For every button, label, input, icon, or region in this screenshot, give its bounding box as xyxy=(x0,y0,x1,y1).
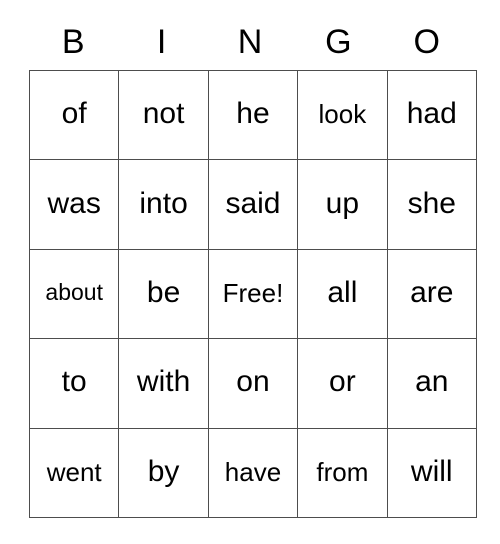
bingo-cell[interactable]: with xyxy=(118,338,209,429)
bingo-cell[interactable]: on xyxy=(207,338,299,429)
bingo-cell[interactable]: went xyxy=(28,427,120,518)
bingo-cell-free[interactable]: Free! xyxy=(207,248,299,340)
bingo-cell-label: went xyxy=(46,456,102,487)
bingo-cell-label: up xyxy=(325,186,360,220)
bingo-cell-label: be xyxy=(146,275,181,309)
bingo-cell[interactable]: from xyxy=(297,427,388,518)
bingo-cell[interactable]: will xyxy=(386,427,477,518)
bingo-cell-label: she xyxy=(407,186,456,220)
bingo-cell[interactable]: have xyxy=(207,427,299,518)
bingo-cell-label: have xyxy=(224,456,282,487)
bingo-cell-label: not xyxy=(142,97,185,131)
bingo-cell-label: or xyxy=(329,365,356,399)
bingo-row: of not he look had xyxy=(28,69,477,161)
bingo-cell-label: had xyxy=(406,97,457,131)
bingo-cell[interactable]: about xyxy=(28,248,120,340)
bingo-cell[interactable]: look xyxy=(297,69,388,161)
bingo-card: B I N G O of not he look had was into sa… xyxy=(28,14,477,518)
bingo-cell-label: with xyxy=(136,365,191,399)
bingo-header-letter-g: G xyxy=(325,23,352,61)
bingo-header-letter-o: O xyxy=(413,23,440,61)
bingo-header-letter-b: B xyxy=(61,23,85,61)
bingo-cell-label: into xyxy=(139,186,188,220)
bingo-row: about be Free! all are xyxy=(28,248,477,340)
bingo-cell[interactable]: by xyxy=(118,427,209,518)
bingo-cell[interactable]: all xyxy=(297,248,388,340)
bingo-header-letter-n: N xyxy=(237,23,263,61)
bingo-cell-label: from xyxy=(316,456,369,487)
bingo-cell-label: by xyxy=(147,454,180,488)
bingo-cell[interactable]: said xyxy=(207,159,299,250)
bingo-cell-label: of xyxy=(61,97,87,131)
bingo-cell[interactable]: an xyxy=(386,338,477,429)
bingo-cell-label: on xyxy=(236,365,270,399)
bingo-header-row: B I N G O xyxy=(29,14,471,70)
bingo-cell[interactable]: was xyxy=(28,159,120,250)
bingo-cell[interactable]: up xyxy=(297,159,388,250)
bingo-cell-label: said xyxy=(225,186,281,220)
bingo-grid: of not he look had was into said up she … xyxy=(28,69,477,518)
bingo-row: was into said up she xyxy=(28,159,477,250)
bingo-cell-label: look xyxy=(318,99,367,130)
bingo-row: went by have from will xyxy=(28,427,477,518)
bingo-cell-label: he xyxy=(236,97,270,131)
bingo-cell[interactable]: into xyxy=(118,159,209,250)
bingo-cell-label: are xyxy=(410,275,454,309)
bingo-header-letter-i: I xyxy=(156,23,167,61)
bingo-cell[interactable]: of xyxy=(28,69,120,161)
bingo-cell-label: about xyxy=(45,279,103,306)
bingo-cell-label: will xyxy=(410,454,453,488)
bingo-cell[interactable]: be xyxy=(118,248,209,340)
bingo-cell[interactable]: she xyxy=(386,159,477,250)
bingo-cell-label: to xyxy=(61,365,87,399)
bingo-cell-label: all xyxy=(327,275,358,309)
bingo-row: to with on or an xyxy=(28,338,477,429)
bingo-cell-label: an xyxy=(415,365,449,399)
bingo-cell[interactable]: had xyxy=(386,69,477,161)
bingo-cell[interactable]: not xyxy=(118,69,209,161)
bingo-free-space-label: Free! xyxy=(222,277,284,308)
bingo-cell[interactable]: or xyxy=(297,338,388,429)
bingo-cell-label: was xyxy=(47,186,101,220)
bingo-cell[interactable]: are xyxy=(386,248,477,340)
bingo-cell[interactable]: he xyxy=(207,69,299,161)
bingo-cell[interactable]: to xyxy=(28,338,120,429)
